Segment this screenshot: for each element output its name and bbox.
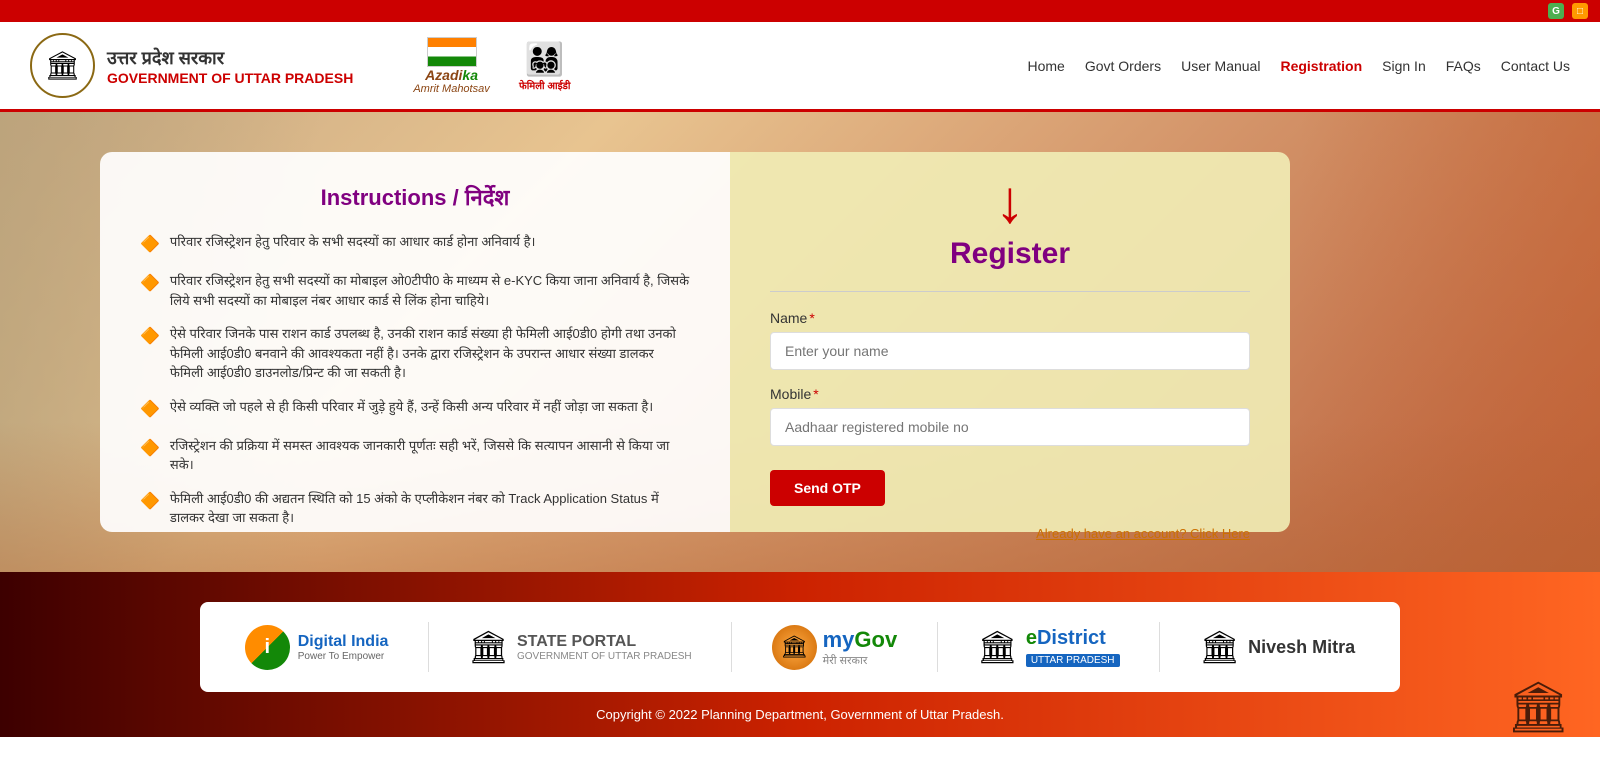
otp-button-wrapper: Send OTP (770, 462, 1250, 506)
nivesh-mitra-name: Nivesh Mitra (1248, 637, 1355, 657)
family-label: फेमिली आईडी (519, 78, 571, 92)
footer-emblem: 🏛 (1507, 678, 1570, 737)
instructions-title: Instructions / निर्देश (140, 182, 690, 212)
mygov-icon: 🏛 (772, 625, 817, 670)
instruction-text-3: ऐसे परिवार जिनके पास राशन कार्ड उपलब्ध ह… (170, 324, 690, 383)
footer-divider-4 (1159, 622, 1160, 672)
azadi-flag (427, 37, 477, 67)
digital-india-logo[interactable]: i Digital India Power To Empower (245, 625, 389, 670)
family-icon: 👨‍👩‍👧‍👦 (525, 40, 565, 78)
nav-govt-orders[interactable]: Govt Orders (1085, 58, 1161, 74)
instruction-text-6: फेमिली आई0डी0 की अद्यतन स्थिति को 15 अंक… (170, 489, 690, 528)
bullet-2: 🔶 (140, 272, 160, 310)
nivesh-mitra-logo[interactable]: 🏛 Nivesh Mitra (1200, 628, 1356, 666)
instruction-item-1: 🔶 परिवार रजिस्ट्रेशन हेतु परिवार के सभी … (140, 232, 690, 257)
nav-sign-in[interactable]: Sign In (1382, 58, 1426, 74)
already-account-link[interactable]: Already have an account? Click Here (770, 526, 1250, 541)
edistrict-logo[interactable]: 🏛 eDistrict UTTAR PRADESH (977, 627, 1119, 668)
footer-divider-1 (428, 622, 429, 672)
nav-contact-us[interactable]: Contact Us (1501, 58, 1570, 74)
state-portal-tagline: GOVERNMENT OF UTTAR PRADESH (517, 651, 692, 662)
mobile-form-group: Mobile* (770, 386, 1250, 446)
register-arrow-icon: ↓ (995, 172, 1025, 232)
footer-bottom: Copyright © 2022 Planning Department, Go… (0, 692, 1600, 737)
nav-registration[interactable]: Registration (1280, 58, 1362, 74)
divider (770, 291, 1250, 292)
edistrict-name: eDistrict (1026, 627, 1120, 650)
azadi-subtitle: Amrit Mahotsav (413, 83, 489, 95)
title-english: GOVERNMENT OF UTTAR PRADESH (107, 70, 353, 86)
copyright-text: Copyright © 2022 Planning Department, Go… (596, 707, 1004, 722)
azadi-logo: Azadika Amrit Mahotsav (413, 37, 489, 95)
header-center-logos: Azadika Amrit Mahotsav 👨‍👩‍👧‍👦 फेमिली आई… (413, 36, 579, 96)
top-icon-green: G (1548, 3, 1564, 19)
digital-india-text: Digital India Power To Empower (298, 633, 389, 662)
top-bar: G □ (0, 0, 1600, 22)
instruction-text-2: परिवार रजिस्ट्रेशन हेतु सभी सदस्यों का म… (170, 271, 690, 310)
state-portal-text: STATE PORTAL GOVERNMENT OF UTTAR PRADESH (517, 633, 692, 662)
instruction-item-4: 🔶 ऐसे व्यक्ति जो पहले से ही किसी परिवार … (140, 397, 690, 422)
nav-faqs[interactable]: FAQs (1446, 58, 1481, 74)
state-portal-emblem: 🏛 (468, 628, 509, 666)
azadi-title: Azadika (425, 67, 478, 83)
main-nav: Home Govt Orders User Manual Registratio… (1027, 58, 1570, 74)
top-icon-orange: □ (1572, 3, 1588, 19)
state-emblem: 🏛 (30, 33, 95, 98)
bullet-1: 🔶 (140, 233, 160, 257)
bullet-3: 🔶 (140, 325, 160, 383)
name-input[interactable] (770, 332, 1250, 370)
header-text: उत्तर प्रदेश सरकार GOVERNMENT OF UTTAR P… (107, 46, 353, 86)
mygov-tagline: मेरी सरकार (823, 653, 898, 668)
name-label: Name* (770, 310, 1250, 326)
digital-india-icon: i (245, 625, 290, 670)
mobile-label: Mobile* (770, 386, 1250, 402)
register-title: Register (950, 237, 1070, 271)
instruction-item-3: 🔶 ऐसे परिवार जिनके पास राशन कार्ड उपलब्ध… (140, 324, 690, 383)
nav-user-manual[interactable]: User Manual (1181, 58, 1260, 74)
instruction-item-6: 🔶 फेमिली आई0डी0 की अद्यतन स्थिति को 15 अ… (140, 489, 690, 528)
mygov-logo[interactable]: 🏛 myGov मेरी सरकार (772, 625, 898, 670)
digital-india-tagline: Power To Empower (298, 651, 389, 662)
bullet-5: 🔶 (140, 437, 160, 475)
footer-divider-2 (731, 622, 732, 672)
instructions-panel: Instructions / निर्देश 🔶 परिवार रजिस्ट्र… (100, 152, 730, 532)
instruction-text-5: रजिस्ट्रेशन की प्रक्रिया में समस्त आवश्य… (170, 436, 690, 475)
title-hindi: उत्तर प्रदेश सरकार (107, 46, 353, 70)
header-logo: 🏛 उत्तर प्रदेश सरकार GOVERNMENT OF UTTAR… (30, 33, 353, 98)
hero-content: Instructions / निर्देश 🔶 परिवार रजिस्ट्र… (100, 152, 1500, 532)
footer-divider-3 (937, 622, 938, 672)
state-portal-logo[interactable]: 🏛 STATE PORTAL GOVERNMENT OF UTTAR PRADE… (468, 628, 691, 666)
bullet-6: 🔶 (140, 490, 160, 528)
nivesh-mitra-text: Nivesh Mitra (1248, 637, 1355, 658)
footer: i Digital India Power To Empower 🏛 STATE… (0, 572, 1600, 737)
header: 🏛 उत्तर प्रदेश सरकार GOVERNMENT OF UTTAR… (0, 22, 1600, 112)
mygov-text: myGov मेरी सरकार (823, 627, 898, 668)
name-form-group: Name* (770, 310, 1250, 370)
edistrict-emblem: 🏛 (977, 628, 1018, 666)
send-otp-button[interactable]: Send OTP (770, 470, 885, 506)
footer-logos-bar: i Digital India Power To Empower 🏛 STATE… (200, 602, 1400, 692)
mygov-name: myGov (823, 627, 898, 653)
instruction-item-2: 🔶 परिवार रजिस्ट्रेशन हेतु सभी सदस्यों का… (140, 271, 690, 310)
hero-section: Instructions / निर्देश 🔶 परिवार रजिस्ट्र… (0, 112, 1600, 572)
nav-home[interactable]: Home (1027, 58, 1064, 74)
mobile-input[interactable] (770, 408, 1250, 446)
digital-india-name: Digital India (298, 633, 389, 651)
state-portal-name: STATE PORTAL (517, 633, 692, 651)
nivesh-mitra-emblem: 🏛 (1200, 628, 1241, 666)
edistrict-text: eDistrict UTTAR PRADESH (1026, 627, 1120, 668)
register-panel: ↓ Register Name* Mobile* Send OTP Alread… (730, 152, 1290, 532)
instruction-item-5: 🔶 रजिस्ट्रेशन की प्रक्रिया में समस्त आवश… (140, 436, 690, 475)
instruction-text-1: परिवार रजिस्ट्रेशन हेतु परिवार के सभी सद… (170, 232, 536, 257)
instruction-text-4: ऐसे व्यक्ति जो पहले से ही किसी परिवार मे… (170, 397, 653, 422)
edistrict-tagline: UTTAR PRADESH (1026, 654, 1120, 667)
bullet-4: 🔶 (140, 398, 160, 422)
family-id-logo: 👨‍👩‍👧‍👦 फेमिली आईडी (510, 36, 580, 96)
